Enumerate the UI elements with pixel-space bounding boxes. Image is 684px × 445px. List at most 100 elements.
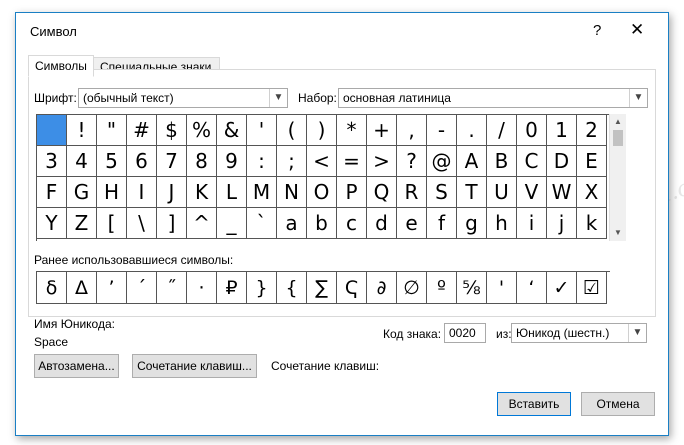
symbol-cell[interactable]: N — [277, 177, 307, 208]
symbol-cell[interactable]: ' — [247, 115, 277, 146]
font-select[interactable]: (обычный текст) ▼ — [78, 88, 288, 108]
symbol-cell[interactable]: M — [247, 177, 277, 208]
symbol-cell[interactable]: G — [67, 177, 97, 208]
from-select[interactable]: Юникод (шестн.) ▼ — [511, 323, 647, 343]
symbol-cell[interactable]: . — [457, 115, 487, 146]
recent-symbols[interactable]: δ Δ’ ´ ˝ · ₽}{∑ Ҁ ∂ ∅ º ⅝ ' ‘✓ ☑ — [36, 271, 610, 304]
recent-symbol-cell[interactable]: ⅝ — [457, 272, 487, 304]
chevron-down-icon[interactable]: ▼ — [629, 89, 647, 107]
symbol-cell[interactable]: A — [457, 146, 487, 177]
symbol-cell[interactable]: & — [217, 115, 247, 146]
symbol-cell[interactable]: d — [367, 208, 397, 239]
symbol-cell[interactable]: j — [547, 208, 577, 239]
symbol-cell[interactable]: B — [487, 146, 517, 177]
symbol-cell[interactable]: > — [367, 146, 397, 177]
symbol-cell[interactable]: T — [457, 177, 487, 208]
recent-symbol-cell[interactable]: ’ — [97, 272, 127, 304]
symbol-cell[interactable]: ; — [277, 146, 307, 177]
symbol-cell[interactable]: H — [97, 177, 127, 208]
recent-symbol-cell[interactable]: { — [277, 272, 307, 304]
symbol-cell[interactable]: 6 — [127, 146, 157, 177]
symbol-cell[interactable]: / — [487, 115, 517, 146]
symbol-cell[interactable]: 4 — [67, 146, 97, 177]
recent-symbol-cell[interactable]: ' — [487, 272, 517, 304]
chevron-down-icon[interactable]: ▼ — [628, 324, 646, 342]
symbol-cell[interactable]: c — [337, 208, 367, 239]
recent-symbol-cell[interactable]: Ҁ — [337, 272, 367, 304]
symbol-cell[interactable]: 7 — [157, 146, 187, 177]
symbol-cell[interactable]: g — [457, 208, 487, 239]
symbol-cell[interactable]: - — [427, 115, 457, 146]
recent-symbol-cell[interactable]: ✓ — [547, 272, 577, 304]
symbol-cell[interactable]: E — [577, 146, 607, 177]
symbol-cell[interactable]: e — [397, 208, 427, 239]
symbol-cell[interactable]: Z — [67, 208, 97, 239]
symbol-cell[interactable]: $ — [157, 115, 187, 146]
symbol-cell[interactable]: < — [307, 146, 337, 177]
close-icon[interactable]: ✕ — [630, 20, 644, 40]
tab-symbols[interactable]: Символы — [28, 55, 94, 77]
symbol-cell[interactable]: a — [277, 208, 307, 239]
recent-symbol-cell[interactable]: Δ — [67, 272, 97, 304]
shortcut-key-button[interactable]: Сочетание клавиш... — [132, 354, 257, 378]
symbol-cell[interactable]: % — [187, 115, 217, 146]
symbol-cell[interactable]: U — [487, 177, 517, 208]
symbol-cell[interactable]: h — [487, 208, 517, 239]
symbol-grid[interactable]: ! " # $% & '() * +, -./0 1 2 3 4 5 6 7 8 9:; < = >? @ A B C D E F G H… — [36, 114, 609, 241]
recent-symbol-cell[interactable]: · — [187, 272, 217, 304]
symbol-cell[interactable]: + — [367, 115, 397, 146]
symbol-cell[interactable]: 5 — [97, 146, 127, 177]
symbol-cell[interactable]: \ — [127, 208, 157, 239]
symbol-cell[interactable]: 8 — [187, 146, 217, 177]
char-code-input[interactable]: 0020 — [444, 323, 486, 343]
recent-symbol-cell[interactable]: ˝ — [157, 272, 187, 304]
symbol-cell[interactable]: W — [547, 177, 577, 208]
symbol-cell[interactable]: ^ — [187, 208, 217, 239]
symbol-cell[interactable]: = — [337, 146, 367, 177]
symbol-cell[interactable]: S — [427, 177, 457, 208]
symbol-cell[interactable]: D — [547, 146, 577, 177]
recent-symbol-cell[interactable]: ∅ — [397, 272, 427, 304]
symbol-cell[interactable]: , — [397, 115, 427, 146]
symbol-grid-scrollbar[interactable]: ▲ ▼ — [609, 114, 626, 241]
symbol-cell[interactable]: ) — [307, 115, 337, 146]
symbol-cell[interactable]: _ — [217, 208, 247, 239]
symbol-cell[interactable]: Q — [367, 177, 397, 208]
symbol-cell[interactable]: R — [397, 177, 427, 208]
recent-symbol-cell[interactable]: ☑ — [577, 272, 607, 304]
recent-symbol-cell[interactable]: δ — [37, 272, 67, 304]
recent-symbol-cell[interactable]: ‘ — [517, 272, 547, 304]
symbol-cell[interactable]: C — [517, 146, 547, 177]
symbol-cell[interactable]: " — [97, 115, 127, 146]
symbol-cell[interactable]: I — [127, 177, 157, 208]
symbol-cell[interactable] — [37, 115, 67, 146]
symbol-cell[interactable]: J — [157, 177, 187, 208]
symbol-cell[interactable]: 0 — [517, 115, 547, 146]
symbol-cell[interactable]: k — [577, 208, 607, 239]
symbol-cell[interactable]: ` — [247, 208, 277, 239]
symbol-cell[interactable]: Y — [37, 208, 67, 239]
symbol-cell[interactable]: L — [217, 177, 247, 208]
symbol-cell[interactable]: O — [307, 177, 337, 208]
symbol-cell[interactable]: ] — [157, 208, 187, 239]
subset-select[interactable]: основная латиница ▼ — [338, 88, 648, 108]
symbol-cell[interactable]: b — [307, 208, 337, 239]
symbol-cell[interactable]: V — [517, 177, 547, 208]
symbol-cell[interactable]: X — [577, 177, 607, 208]
symbol-cell[interactable]: P — [337, 177, 367, 208]
scroll-thumb[interactable] — [613, 130, 623, 146]
scroll-up-icon[interactable]: ▲ — [610, 114, 626, 130]
symbol-cell[interactable]: ( — [277, 115, 307, 146]
symbol-cell[interactable]: [ — [97, 208, 127, 239]
symbol-cell[interactable]: : — [247, 146, 277, 177]
recent-symbol-cell[interactable]: ∑ — [307, 272, 337, 304]
symbol-cell[interactable]: @ — [427, 146, 457, 177]
symbol-cell[interactable]: 1 — [547, 115, 577, 146]
symbol-cell[interactable]: f — [427, 208, 457, 239]
cancel-button[interactable]: Отмена — [581, 392, 655, 416]
symbol-cell[interactable]: 2 — [577, 115, 607, 146]
autocorrect-button[interactable]: Автозамена... — [34, 354, 119, 378]
recent-symbol-cell[interactable]: º — [427, 272, 457, 304]
symbol-cell[interactable]: 9 — [217, 146, 247, 177]
recent-symbol-cell[interactable]: ₽ — [217, 272, 247, 304]
